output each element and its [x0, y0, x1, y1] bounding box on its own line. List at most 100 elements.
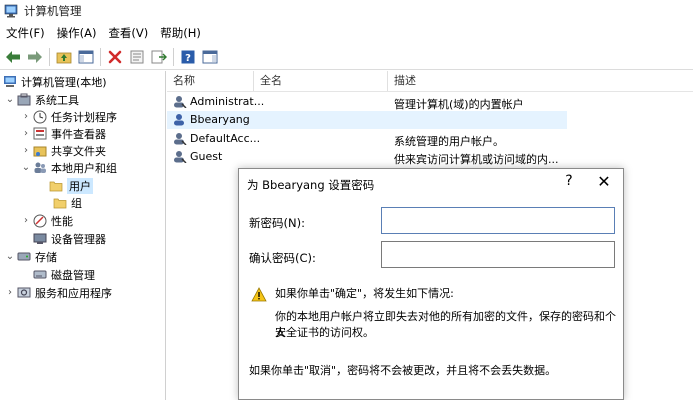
folder-up-icon	[56, 52, 72, 63]
chevron-down-icon[interactable]: ⌄	[4, 94, 16, 105]
tree-item-system-tools[interactable]: ⌄ 系统工具	[4, 91, 79, 108]
tree-item-device-manager[interactable]: 设备管理器	[32, 230, 106, 247]
confirm-password-field[interactable]	[381, 241, 615, 268]
users-icon	[32, 161, 48, 175]
cancel-note: 如果你单击"取消"，密码将不会被更改，并且将不会丢失数据。	[249, 364, 557, 377]
tree-label: 系统工具	[35, 93, 79, 107]
folder-icon	[48, 179, 64, 193]
delete-button[interactable]	[104, 46, 126, 68]
column-header-fullname[interactable]: 全名	[254, 71, 388, 91]
list-item-user[interactable]: Bbearyang	[167, 111, 567, 129]
delete-x-icon	[108, 50, 122, 63]
tree-label: 磁盘管理	[51, 268, 95, 282]
forward-button[interactable]	[24, 46, 46, 68]
menu-action[interactable]: 操作(A)	[51, 22, 103, 44]
user-icon	[174, 151, 187, 163]
toolbar-separator	[100, 47, 101, 66]
tree-label: 事件查看器	[51, 127, 106, 141]
warning-icon	[251, 287, 267, 302]
tree-label: 计算机管理(本地)	[21, 75, 107, 89]
device-manager-icon	[32, 232, 48, 246]
tree-label: 存储	[35, 250, 57, 264]
tree-item-task-scheduler[interactable]: › 任务计划程序	[20, 108, 117, 125]
console-tree-icon	[78, 50, 94, 63]
warning-detail-line2: 安全证书的访问权。	[275, 326, 374, 339]
tree-label: 任务计划程序	[51, 110, 117, 124]
list-item-user[interactable]: DefaultAcc... 系统管理的用户帐户。	[167, 130, 567, 148]
show-action-pane-button[interactable]	[199, 46, 221, 68]
menu-view[interactable]: 查看(V)	[102, 22, 154, 44]
chevron-down-icon[interactable]: ⌄	[20, 162, 32, 173]
event-viewer-icon	[32, 127, 48, 141]
tree-item-disk-management[interactable]: 磁盘管理	[32, 266, 95, 283]
tree-label: 设备管理器	[51, 232, 106, 246]
tree-item-shared-folders[interactable]: › 共享文件夹	[20, 142, 106, 159]
dialog-title: 为 Bbearyang 设置密码	[247, 178, 375, 192]
help-button[interactable]: ?	[177, 46, 199, 68]
window-title: 计算机管理	[24, 4, 82, 18]
chevron-right-icon[interactable]: ›	[4, 287, 16, 298]
user-name: Guest	[190, 150, 223, 163]
folder-icon	[52, 196, 68, 210]
tree-item-services-apps[interactable]: › 服务和应用程序	[4, 284, 112, 301]
toolbar: ?	[0, 44, 693, 70]
warning-heading: 如果你单击"确定"，将发生如下情况:	[275, 287, 454, 300]
tree-item-performance[interactable]: › 性能	[20, 212, 73, 229]
chevron-down-icon[interactable]: ⌄	[4, 251, 16, 262]
confirm-password-label: 确认密码(C):	[249, 251, 316, 265]
column-header-name[interactable]: 名称	[167, 71, 254, 91]
show-hide-tree-button[interactable]	[75, 46, 97, 68]
svg-text:?: ?	[185, 53, 191, 64]
set-password-dialog: 为 Bbearyang 设置密码 ? ✕ 新密码(N): 确认密码(C): 如果…	[238, 168, 624, 400]
properties-icon	[130, 50, 144, 63]
list-item-user[interactable]: Guest 供来宾访问计算机或访问域的内...	[167, 148, 567, 166]
user-description: 供来宾访问计算机或访问域的内...	[394, 153, 559, 166]
new-password-field[interactable]	[381, 207, 615, 234]
user-icon	[174, 133, 187, 145]
performance-icon	[32, 214, 48, 228]
shared-folder-icon	[32, 144, 48, 158]
tree-item-storage[interactable]: ⌄ 存储	[4, 248, 57, 265]
computer-management-icon	[2, 75, 18, 89]
user-icon	[174, 96, 187, 108]
up-level-button[interactable]	[53, 46, 75, 68]
list-item-user[interactable]: Administrat... 管理计算机(域)的内置帐户	[167, 93, 567, 111]
tools-icon	[16, 93, 32, 107]
user-name: Administrat...	[190, 95, 265, 108]
user-description: 系统管理的用户帐户。	[394, 135, 504, 148]
help-button[interactable]: ?	[561, 173, 577, 189]
action-pane-icon	[202, 50, 218, 63]
chevron-right-icon[interactable]: ›	[20, 215, 32, 226]
export-list-button[interactable]	[148, 46, 170, 68]
tree-label: 共享文件夹	[51, 144, 106, 158]
tree-item-event-viewer[interactable]: › 事件查看器	[20, 125, 106, 142]
disk-icon	[32, 268, 48, 282]
chevron-right-icon[interactable]: ›	[20, 128, 32, 139]
storage-icon	[16, 250, 32, 264]
column-header-description[interactable]: 描述	[388, 71, 693, 91]
tree-label: 组	[71, 196, 82, 210]
menu-bar: 文件(F) 操作(A) 查看(V) 帮助(H)	[0, 22, 693, 44]
user-name: DefaultAcc...	[190, 132, 261, 145]
tree-item-users[interactable]: 用户	[48, 177, 93, 194]
menu-file[interactable]: 文件(F)	[0, 22, 51, 44]
tree-item-root[interactable]: 计算机管理(本地)	[2, 73, 107, 90]
tree-label: 服务和应用程序	[35, 286, 112, 300]
tree-item-groups[interactable]: 组	[52, 194, 82, 211]
computer-management-icon	[4, 4, 18, 18]
tree-label: 用户	[67, 177, 93, 194]
toolbar-separator	[49, 47, 50, 66]
title-bar: 计算机管理	[0, 0, 693, 22]
chevron-right-icon[interactable]: ›	[20, 111, 32, 122]
chevron-right-icon[interactable]: ›	[20, 145, 32, 156]
tree-item-local-users-groups[interactable]: ⌄ 本地用户和组	[20, 159, 117, 176]
properties-button[interactable]	[126, 46, 148, 68]
tree-label: 本地用户和组	[51, 161, 117, 175]
back-button[interactable]	[2, 46, 24, 68]
menu-help[interactable]: 帮助(H)	[154, 22, 207, 44]
clock-icon	[32, 110, 48, 124]
console-tree: 计算机管理(本地) ⌄ 系统工具 › 任务计划程序 › 事件查看器 › 共享文件…	[0, 71, 166, 400]
export-list-icon	[151, 50, 167, 63]
close-button[interactable]: ✕	[595, 172, 613, 191]
arrow-left-icon	[6, 50, 20, 63]
